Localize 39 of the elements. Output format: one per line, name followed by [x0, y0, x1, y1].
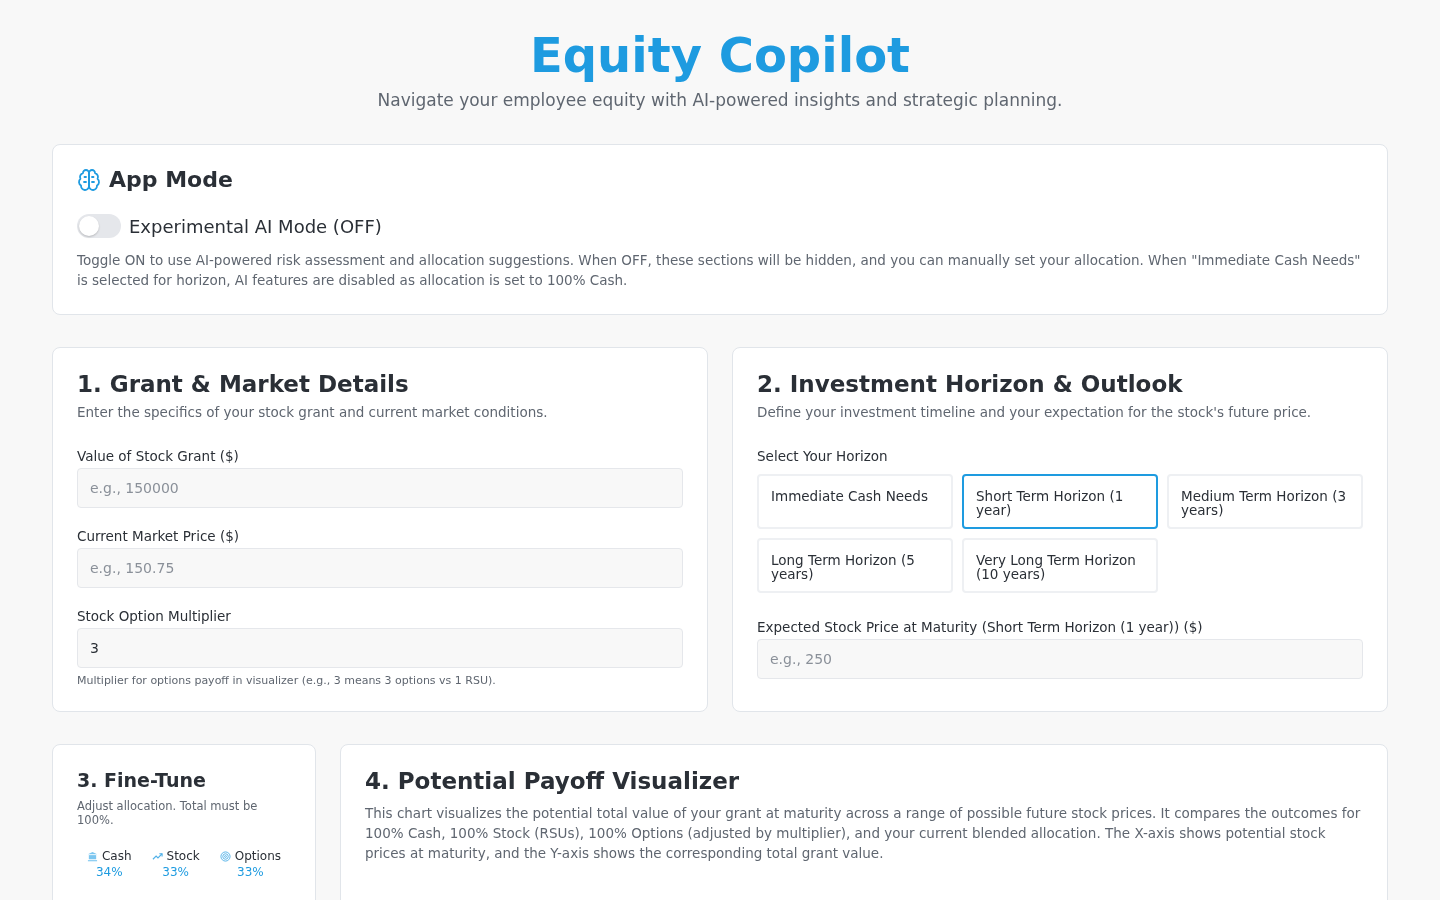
brain-icon — [77, 167, 101, 192]
input-field[interactable]: e.g., 150.75 — [77, 548, 683, 588]
allocation-percent: 33% — [162, 865, 189, 879]
bank-icon — [86, 850, 98, 862]
app-title: Equity Copilot — [528, 26, 912, 84]
trend-up-icon — [151, 850, 163, 862]
target-icon — [219, 850, 231, 862]
section-title: 2. Investment Horizon & Outlook — [757, 370, 1184, 398]
horizon-option[interactable]: Short Term Horizon (1 year) — [962, 474, 1158, 529]
toggle-label: Experimental AI Mode (OFF) — [129, 215, 382, 237]
horizon-option[interactable]: Very Long Term Horizon (10 years) — [962, 538, 1158, 593]
allocation-label: Stock — [166, 849, 200, 863]
allocation-percent: 33% — [237, 865, 264, 879]
field-hint: Multiplier for options payoff in visualizer (e.g., 3 means 3 options vs 1 RSU). — [77, 674, 497, 687]
field-label: Current Market Price ($) — [77, 528, 241, 544]
section-title: 3. Fine-Tune — [77, 769, 207, 791]
horizon-option[interactable]: Medium Term Horizon (3 years) — [1167, 474, 1363, 529]
section-description: Adjust allocation. Total must be 100%. — [77, 799, 259, 827]
horizon-option[interactable]: Long Term Horizon (5 years) — [757, 538, 953, 593]
field-label: Expected Stock Price at Maturity (Short Term Horizon (1 year)) ($) — [757, 619, 1204, 635]
ai-mode-toggle[interactable] — [77, 214, 121, 238]
field-label: Value of Stock Grant ($) — [77, 448, 240, 464]
section-description: This chart visualizes the potential total value of your grant at maturity across a range of possible future stock prices. It compares the outcomes for 100% Cash, 100% Stock (RSUs), 100% Options (adjusted by multiplier), and your current blended allocation. The X-axis shows potential stock prices at maturity, and the Y-axis shows the corresponding total grant value. — [365, 804, 1362, 863]
app-subtitle: Navigate your employee equity with AI-powered insights and strategic planning. — [376, 90, 1064, 110]
section-title: 4. Potential Payoff Visualizer — [365, 767, 741, 795]
horizon-option[interactable]: Immediate Cash Needs — [757, 474, 953, 529]
section-title: App Mode — [109, 167, 233, 192]
allocation-percent: 34% — [95, 865, 123, 879]
allocation-label: Cash — [101, 849, 132, 863]
section-title: 1. Grant & Market Details — [77, 370, 410, 398]
field-label: Stock Option Multiplier — [77, 608, 232, 624]
mode-description: Toggle ON to use AI-powered risk assessment and allocation suggestions. When OFF, these sections will be hidden, and you can manually set your allocation. When "Immediate Cash Needs" is selected for horizon, AI features are disabled as allocation is set to 100% Cash. — [77, 251, 1362, 290]
input-field[interactable]: 3 — [77, 628, 683, 668]
input-field[interactable]: e.g., 150000 — [77, 468, 683, 508]
allocation-label: Options — [234, 849, 281, 863]
field-label: Select Your Horizon — [757, 448, 889, 464]
section-description: Define your investment timeline and your expectation for the stock's future price. — [757, 404, 1313, 420]
section-description: Enter the specifics of your stock grant and current market conditions. — [77, 404, 549, 420]
input-field[interactable]: e.g., 250 — [757, 639, 1363, 679]
